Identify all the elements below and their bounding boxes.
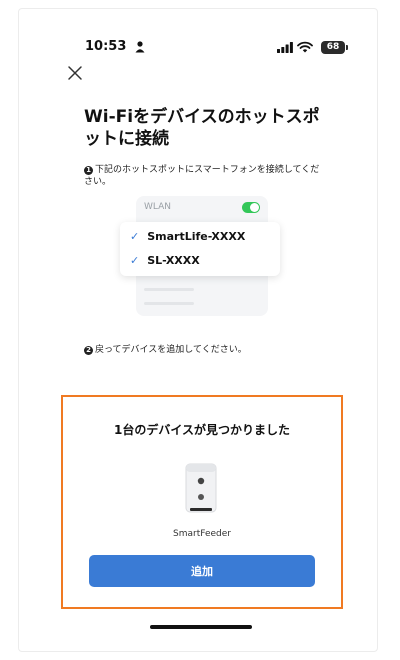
step-2-number: 2 [84,346,93,355]
network-item: ✓ SL-XXXX [130,254,200,272]
wlan-label: WLAN [144,202,172,212]
step-1-text: 下記のホットスポットにスマートフォンを接続してください。 [84,165,320,187]
pet-feeder-icon [185,463,217,513]
device-name: SmartFeeder [173,529,231,539]
device-found-panel: 1台のデバイスが見つかりました SmartFeeder 追加 [61,395,343,609]
home-indicator [150,625,252,629]
signal-icon [277,42,293,53]
page-title: Wi-Fiをデバイスのホットスポットに接続 [84,107,320,149]
placeholder-line [144,288,194,291]
status-time: 10:53 [85,39,127,54]
person-icon [135,41,145,53]
network-name: SmartLife-XXXX [147,230,246,243]
battery-icon: 68 [321,41,348,54]
device-found-title: 1台のデバイスが見つかりました [114,423,290,437]
check-icon: ✓ [130,230,140,243]
step-2: 2 戻ってデバイスを追加してください。 [84,344,324,356]
check-icon: ✓ [130,254,140,267]
close-icon[interactable] [67,65,83,81]
network-name: SL-XXXX [147,254,200,267]
placeholder-line [144,302,194,305]
step-1-number: 1 [84,166,93,175]
network-list: ✓ SmartLife-XXXX ✓ SL-XXXX [120,222,280,276]
wifi-icon [297,41,313,53]
step-1: 1 下記のホットスポットにスマートフォンを接続してください。 [84,164,324,188]
add-button[interactable]: 追加 [89,555,315,587]
network-item: ✓ SmartLife-XXXX [130,230,245,248]
wlan-toggle [242,202,260,213]
status-bar: 10:53 68 [85,39,348,57]
step-2-text: 戻ってデバイスを追加してください。 [95,345,247,355]
battery-level: 68 [326,42,340,52]
